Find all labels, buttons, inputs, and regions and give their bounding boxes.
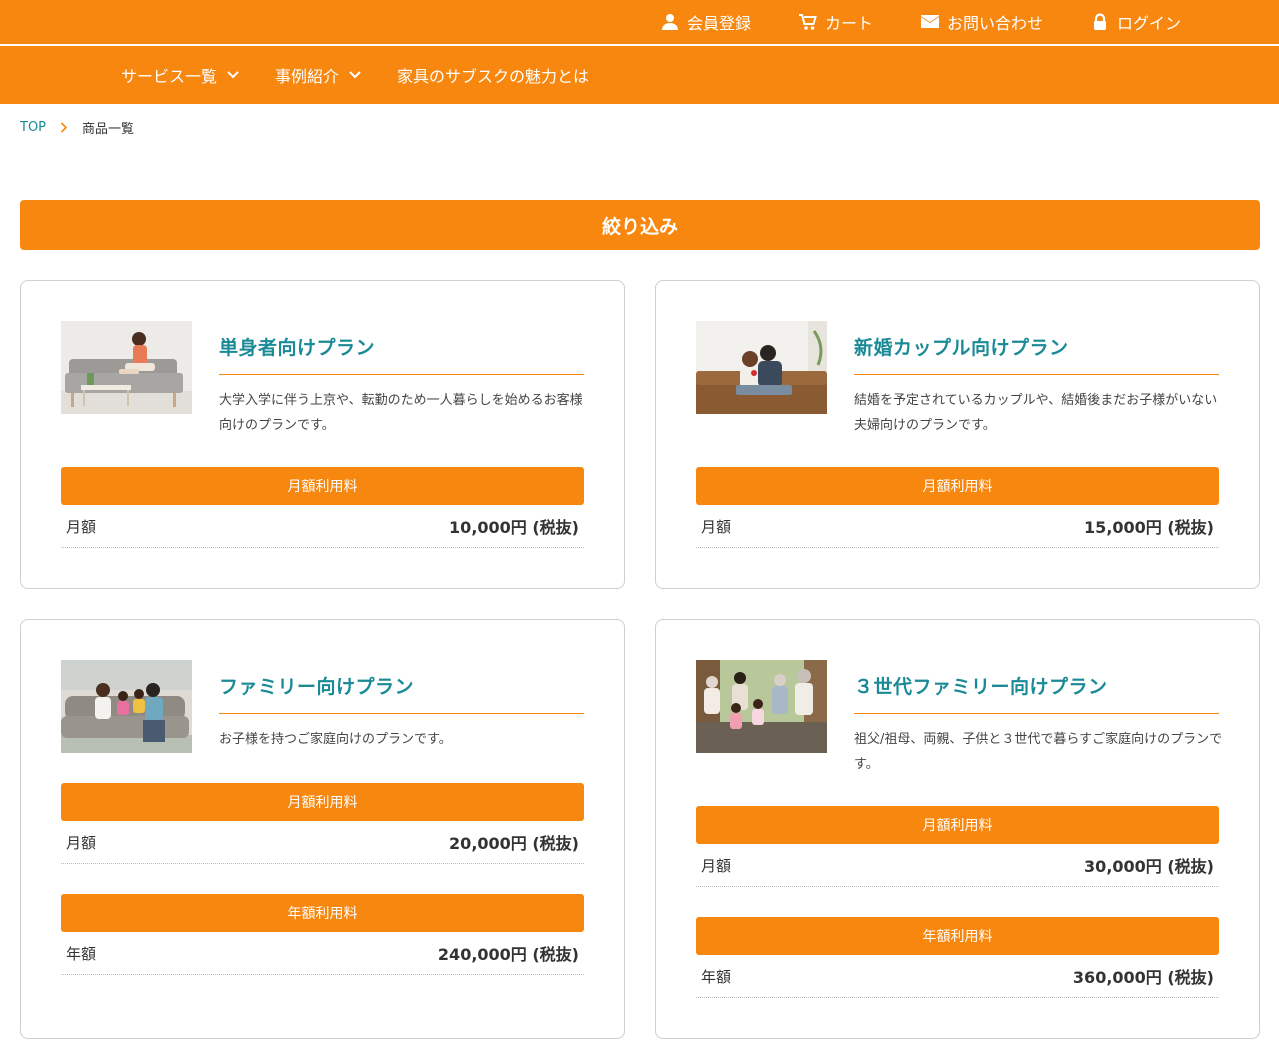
yearly-price-row: 年額 360,000円 (税抜) bbox=[696, 955, 1219, 998]
price-value: 360,000円 (税抜) bbox=[1072, 968, 1214, 987]
price-value: 20,000円 (税抜) bbox=[449, 834, 579, 853]
product-title[interactable]: 新婚カップル向けプラン bbox=[854, 333, 1219, 375]
contact-label: お問い合わせ bbox=[946, 14, 1043, 33]
user-icon bbox=[661, 14, 678, 30]
price-value: 10,000円 (税抜) bbox=[449, 518, 579, 537]
price-label: 年額 bbox=[66, 944, 97, 963]
nav-item-label: 家具のサブスクの魅力とは bbox=[397, 67, 590, 86]
price-label: 月額 bbox=[66, 517, 97, 536]
nav-item-cases[interactable]: 事例紹介 bbox=[275, 63, 361, 87]
top-links: 会員登録 カート お問い合わせ ログイン bbox=[661, 0, 1181, 44]
product-title[interactable]: 単身者向けプラン bbox=[219, 333, 584, 375]
price-value: 240,000円 (税抜) bbox=[437, 945, 579, 964]
nav-item-services[interactable]: サービス一覧 bbox=[121, 63, 239, 87]
price-label: 月額 bbox=[701, 517, 732, 536]
product-description: 大学入学に伴う上京や、転勤のため一人暮らしを始めるお客様向けのプランです。 bbox=[219, 393, 583, 433]
price-label: 年額 bbox=[701, 967, 732, 986]
product-description: 祖父/祖母、両親、子供と３世代で暮らすご家庭向けのプランです。 bbox=[854, 732, 1223, 772]
price-label: 月額 bbox=[66, 833, 97, 852]
member-register-link[interactable]: 会員登録 bbox=[661, 10, 751, 34]
couple-sofa-photo bbox=[696, 321, 827, 414]
product-card-family[interactable]: ファミリー向けプラン お子様を持つご家庭向けのプランです。 月額利用料 月額 2… bbox=[20, 619, 625, 1039]
family-sofa-photo bbox=[61, 660, 192, 753]
yearly-fee-header: 年額利用料 bbox=[696, 917, 1219, 955]
nav-item-appeal[interactable]: 家具のサブスクの魅力とは bbox=[397, 63, 589, 87]
product-card-single[interactable]: 単身者向けプラン 大学入学に伴う上京や、転勤のため一人暮らしを始めるお客様向けの… bbox=[20, 280, 625, 589]
nav-item-label: 事例紹介 bbox=[275, 67, 340, 86]
single-person-sofa-photo bbox=[61, 321, 192, 414]
monthly-fee-header: 月額利用料 bbox=[61, 783, 584, 821]
member-register-label: 会員登録 bbox=[686, 14, 751, 33]
contact-link[interactable]: お問い合わせ bbox=[920, 10, 1043, 34]
product-card-three-generation[interactable]: ３世代ファミリー向けプラン 祖父/祖母、両親、子供と３世代で暮らすご家庭向けのプ… bbox=[655, 619, 1260, 1039]
breadcrumb-home-link[interactable]: TOP bbox=[20, 120, 46, 135]
price-value: 30,000円 (税抜) bbox=[1084, 857, 1214, 876]
product-title[interactable]: ３世代ファミリー向けプラン bbox=[854, 672, 1219, 714]
product-title[interactable]: ファミリー向けプラン bbox=[219, 672, 584, 714]
cart-label: カート bbox=[824, 14, 873, 33]
yearly-fee-header: 年額利用料 bbox=[61, 894, 584, 932]
chevron-down-icon bbox=[227, 71, 239, 79]
monthly-fee-header: 月額利用料 bbox=[61, 467, 584, 505]
chevron-down-icon bbox=[349, 71, 361, 79]
product-card-couple[interactable]: 新婚カップル向けプラン 結婚を予定されているカップルや、結婚後まだお子様がいない… bbox=[655, 280, 1260, 589]
monthly-price-row: 月額 30,000円 (税抜) bbox=[696, 844, 1219, 887]
monthly-price-row: 月額 10,000円 (税抜) bbox=[61, 505, 584, 548]
chevron-right-icon bbox=[60, 122, 68, 133]
lock-icon bbox=[1093, 13, 1106, 30]
monthly-fee-header: 月額利用料 bbox=[696, 806, 1219, 844]
price-value: 15,000円 (税抜) bbox=[1084, 518, 1214, 537]
yearly-price-row: 年額 240,000円 (税抜) bbox=[61, 932, 584, 975]
breadcrumb: TOP 商品一覧 bbox=[20, 118, 134, 137]
nav-item-label: サービス一覧 bbox=[121, 67, 218, 86]
cart-icon bbox=[798, 14, 817, 30]
nav-items: サービス一覧 事例紹介 家具のサブスクの魅力とは bbox=[121, 46, 589, 104]
mail-icon bbox=[920, 15, 939, 28]
login-label: ログイン bbox=[1116, 14, 1181, 33]
monthly-price-row: 月額 15,000円 (税抜) bbox=[696, 505, 1219, 548]
login-link[interactable]: ログイン bbox=[1091, 10, 1181, 34]
price-label: 月額 bbox=[701, 856, 732, 875]
main-nav: サービス一覧 事例紹介 家具のサブスクの魅力とは bbox=[0, 46, 1279, 104]
breadcrumb-current: 商品一覧 bbox=[82, 122, 135, 137]
product-description: 結婚を予定されているカップルや、結婚後まだお子様がいない夫婦向けのプランです。 bbox=[854, 393, 1218, 433]
filter-button[interactable]: 絞り込み bbox=[20, 200, 1260, 250]
cart-link[interactable]: カート bbox=[798, 10, 873, 34]
top-header: 会員登録 カート お問い合わせ ログイン bbox=[0, 0, 1279, 44]
monthly-fee-header: 月額利用料 bbox=[696, 467, 1219, 505]
product-description: お子様を持つご家庭向けのプランです。 bbox=[219, 732, 452, 747]
monthly-price-row: 月額 20,000円 (税抜) bbox=[61, 821, 584, 864]
three-generation-family-photo bbox=[696, 660, 827, 753]
